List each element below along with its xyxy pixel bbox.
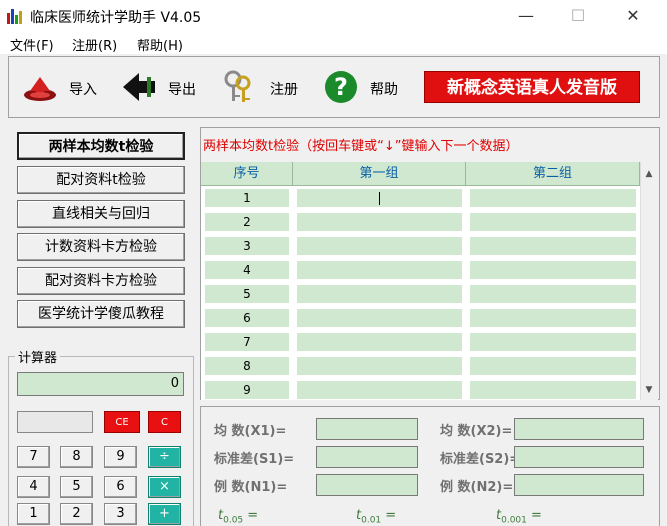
close-button[interactable]: ✕: [613, 4, 653, 28]
key-9[interactable]: 9: [104, 446, 137, 468]
group2-cell[interactable]: [470, 189, 636, 207]
grid-scrollbar[interactable]: [640, 162, 658, 400]
n1-value: [316, 474, 418, 496]
paired-t-test-button[interactable]: 配对资料t检验: [17, 166, 185, 194]
export-arrow-icon[interactable]: [121, 69, 157, 105]
mean2-label: 均 数(X2)=: [440, 424, 513, 439]
key-2[interactable]: 2: [60, 503, 93, 525]
group1-cell[interactable]: [297, 357, 462, 375]
group2-cell[interactable]: [470, 309, 636, 327]
calculator-label: 计算器: [15, 347, 61, 366]
sd1-value: [316, 446, 418, 468]
key-4[interactable]: 4: [17, 476, 50, 498]
group2-cell[interactable]: [470, 333, 636, 351]
row-index: 5: [205, 285, 289, 303]
linear-regression-button[interactable]: 直线相关与回归: [17, 200, 185, 228]
column-header-index: 序号: [201, 162, 293, 186]
key-divide[interactable]: ÷: [148, 446, 181, 468]
group2-cell[interactable]: [470, 237, 636, 255]
column-header-group1: 第一组: [293, 162, 466, 186]
calculator-c-button[interactable]: C: [148, 411, 181, 433]
group1-cell[interactable]: [297, 261, 462, 279]
key-7[interactable]: 7: [17, 446, 50, 468]
menu-help[interactable]: 帮助(H): [137, 35, 183, 54]
keys-icon[interactable]: [221, 69, 257, 105]
group1-cell[interactable]: [297, 309, 462, 327]
group1-cell[interactable]: [297, 333, 462, 351]
t-critical-005: t0.05 =: [218, 508, 259, 526]
group2-cell[interactable]: [470, 357, 636, 375]
register-button[interactable]: 注册: [270, 79, 298, 99]
mean1-label: 均 数(X1)=: [214, 424, 287, 439]
chi-square-button[interactable]: 计数资料卡方检验: [17, 233, 185, 261]
key-plus[interactable]: +: [148, 503, 181, 525]
menu-bar: 文件(F) 注册(R) 帮助(H): [0, 32, 667, 54]
row-index: 7: [205, 333, 289, 351]
sd2-label: 标准差(S2)=: [440, 452, 521, 467]
group1-cell[interactable]: [297, 213, 462, 231]
key-6[interactable]: 6: [104, 476, 137, 498]
t-critical-001: t0.01 =: [356, 508, 397, 526]
row-index: 6: [205, 309, 289, 327]
group1-cell[interactable]: [297, 237, 462, 255]
title-bar: 临床医师统计学助手 V4.05 — ☐ ✕: [0, 0, 667, 32]
mean1-value: [316, 418, 418, 440]
t-critical-0001: t0.001 =: [496, 508, 542, 526]
help-question-icon[interactable]: ?: [323, 69, 359, 105]
group2-cell[interactable]: [470, 381, 636, 399]
calculator-display[interactable]: 0: [17, 372, 184, 396]
calculator-memory-field: [17, 411, 93, 433]
key-5[interactable]: 5: [60, 476, 93, 498]
export-button[interactable]: 导出: [168, 79, 196, 99]
key-multiply[interactable]: ×: [148, 476, 181, 498]
paired-chi-square-button[interactable]: 配对资料卡方检验: [17, 267, 185, 295]
mean2-value: [514, 418, 644, 440]
group1-cell[interactable]: [297, 285, 462, 303]
text-caret: [379, 192, 380, 205]
scroll-down-icon[interactable]: ▼: [640, 382, 658, 398]
group2-cell[interactable]: [470, 261, 636, 279]
group1-cell[interactable]: [297, 189, 462, 207]
sd2-value: [514, 446, 644, 468]
window-title: 临床医师统计学助手 V4.05: [30, 10, 202, 26]
key-1[interactable]: 1: [17, 503, 50, 525]
import-icon[interactable]: [22, 69, 58, 105]
group2-cell[interactable]: [470, 213, 636, 231]
sd1-label: 标准差(S1)=: [214, 452, 295, 467]
key-8[interactable]: 8: [60, 446, 93, 468]
help-button[interactable]: 帮助: [370, 79, 398, 99]
minimize-button[interactable]: —: [506, 4, 546, 28]
calculator-ce-button[interactable]: CE: [104, 411, 140, 433]
menu-register[interactable]: 注册(R): [72, 35, 117, 54]
panel-instruction: 两样本均数t检验（按回车键或“↓”键输入下一个数据）: [203, 139, 519, 154]
row-index: 3: [205, 237, 289, 255]
menu-file[interactable]: 文件(F): [10, 35, 54, 54]
tutorial-button[interactable]: 医学统计学傻瓜教程: [17, 300, 185, 328]
column-header-group2: 第二组: [466, 162, 640, 186]
help-question-glyph: ?: [334, 73, 348, 101]
n2-value: [514, 474, 644, 496]
scroll-up-icon[interactable]: ▲: [640, 166, 658, 182]
import-button[interactable]: 导入: [69, 79, 97, 99]
two-sample-t-test-button[interactable]: 两样本均数t检验: [17, 132, 185, 160]
ad-banner[interactable]: 新概念英语真人发音版: [424, 71, 640, 103]
app-bar-chart-icon: [6, 7, 24, 25]
row-index: 2: [205, 213, 289, 231]
maximize-button[interactable]: ☐: [558, 4, 598, 28]
n1-label: 例 数(N1)=: [214, 480, 288, 495]
key-3[interactable]: 3: [104, 503, 137, 525]
row-index: 8: [205, 357, 289, 375]
row-index: 4: [205, 261, 289, 279]
group2-cell[interactable]: [470, 285, 636, 303]
row-index: 1: [205, 189, 289, 207]
row-index: 9: [205, 381, 289, 399]
n2-label: 例 数(N2)=: [440, 480, 514, 495]
group1-cell[interactable]: [297, 381, 462, 399]
